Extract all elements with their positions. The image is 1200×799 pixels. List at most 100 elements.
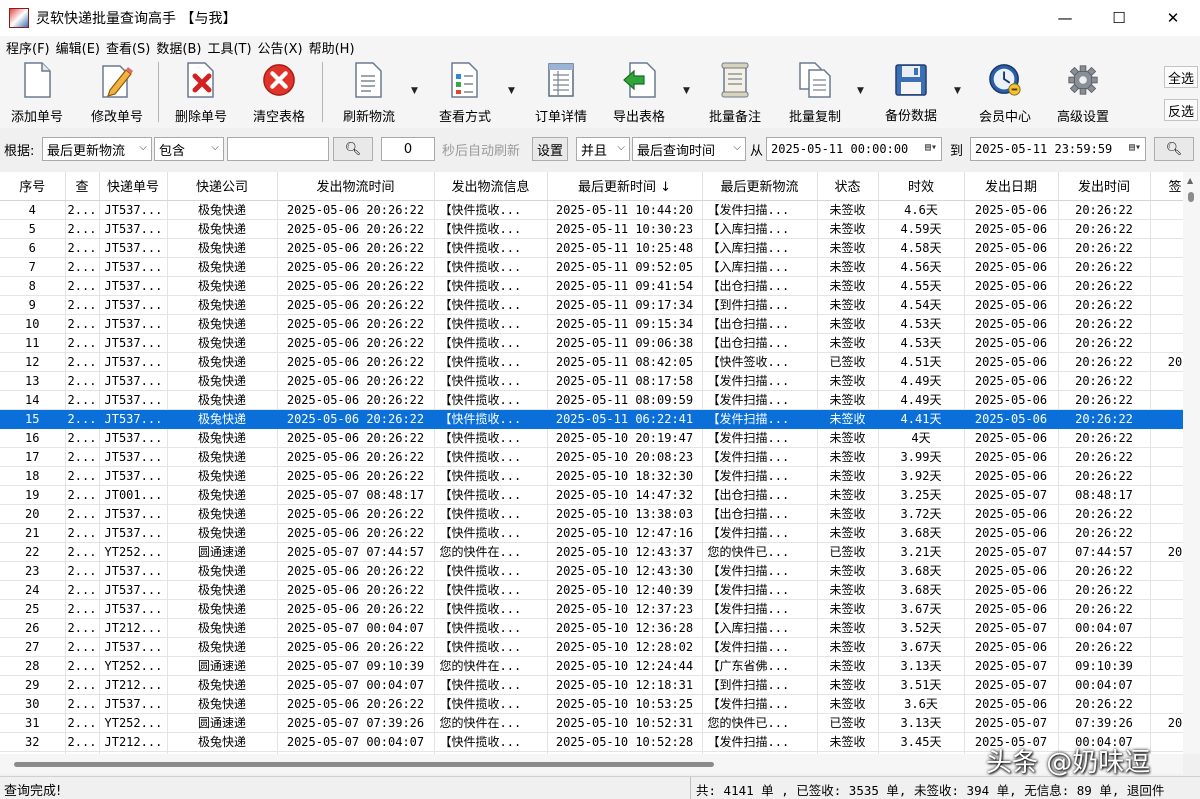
menu-view[interactable]: 查看(S) bbox=[103, 38, 153, 57]
order-detail-button[interactable]: 订单详情 bbox=[530, 62, 592, 125]
from-datetime-picker[interactable]: 2025-05-11 00:00:00 ▤▾ bbox=[766, 137, 942, 161]
table-cell: 2025-05-10 12:18:31 bbox=[547, 675, 703, 695]
table-row[interactable]: 16 2... JT537... 极兔快递 2025-05-06 20:26:22 【快件… bbox=[0, 428, 1183, 448]
table-row[interactable]: 26 2... JT212... 极兔快递 2025-05-07 00:04:07 【快件… bbox=[0, 618, 1183, 638]
advanced-settings-button[interactable]: 高级设置 bbox=[1052, 62, 1114, 125]
logic-select[interactable]: 并且 ⌵ bbox=[576, 137, 630, 161]
column-header[interactable]: 序号 bbox=[0, 172, 66, 201]
scrollbar-thumb[interactable] bbox=[1188, 192, 1194, 202]
column-header[interactable]: 发出物流时间 bbox=[277, 172, 435, 201]
table-cell bbox=[1150, 485, 1183, 505]
table-row[interactable]: 8 2... JT537... 极兔快递 2025-05-06 20:26:22 【快件揽… bbox=[0, 276, 1183, 296]
condition-select[interactable]: 包含 ⌵ bbox=[154, 137, 224, 161]
refresh-logistics-button[interactable]: 刷新物流 bbox=[338, 62, 400, 125]
table-cell: 2025-05-10 12:24:44 bbox=[547, 656, 703, 676]
table-row[interactable]: 10 2... JT537... 极兔快递 2025-05-06 20:26:22 【快件… bbox=[0, 314, 1183, 334]
table-row[interactable]: 19 2... JT001... 极兔快递 2025-05-07 08:48:17 【快件… bbox=[0, 485, 1183, 505]
export-dropdown-arrow[interactable]: ▼ bbox=[683, 86, 690, 96]
menu-tools[interactable]: 工具(T) bbox=[204, 38, 254, 57]
to-datetime-picker[interactable]: 2025-05-11 23:59:59 ▤▾ bbox=[970, 137, 1146, 161]
table-row[interactable]: 11 2... JT537... 极兔快递 2025-05-06 20:26:22 【快件… bbox=[0, 333, 1183, 353]
menu-notice[interactable]: 公告(X) bbox=[255, 38, 306, 57]
column-header[interactable]: 签 bbox=[1150, 172, 1183, 201]
table-row[interactable]: 22 2... YT252... 圆通速递 2025-05-07 07:44:57 您的快… bbox=[0, 542, 1183, 562]
time-field-select[interactable]: 最后查询时间 ⌵ bbox=[632, 137, 746, 161]
field-select[interactable]: 最后更新物流 ⌵ bbox=[42, 137, 152, 161]
column-header[interactable]: 最后更新物流 bbox=[702, 172, 818, 201]
column-header[interactable]: 时效 bbox=[878, 172, 965, 201]
menu-data[interactable]: 数据(B) bbox=[153, 38, 204, 57]
table-cell: 4.51天 bbox=[878, 352, 965, 372]
table-row[interactable]: 28 2... YT252... 圆通速递 2025-05-07 09:10:39 您的快… bbox=[0, 656, 1183, 676]
column-header[interactable]: 发出物流信息 bbox=[434, 172, 548, 201]
table-cell: 3.21天 bbox=[878, 542, 965, 562]
checklist-icon bbox=[448, 62, 482, 98]
table-cell: 未签收 bbox=[817, 504, 879, 524]
vertical-scrollbar[interactable]: ▲ bbox=[1183, 172, 1200, 754]
table-row[interactable]: 4 2... JT537... 极兔快递 2025-05-06 20:26:22 【快件揽… bbox=[0, 200, 1183, 220]
keyword-input[interactable] bbox=[227, 137, 329, 161]
column-header[interactable]: 快递单号 bbox=[99, 172, 168, 201]
column-header[interactable]: 发出时间 bbox=[1058, 172, 1151, 201]
maximize-button[interactable]: ☐ bbox=[1092, 0, 1146, 36]
menu-program[interactable]: 程序(F) bbox=[3, 38, 53, 57]
copy-dropdown-arrow[interactable]: ▼ bbox=[857, 86, 864, 96]
select-all-button[interactable]: 全选 bbox=[1164, 66, 1198, 88]
column-header[interactable]: 发出日期 bbox=[964, 172, 1059, 201]
table-row[interactable]: 21 2... JT537... 极兔快递 2025-05-06 20:26:22 【快件… bbox=[0, 523, 1183, 543]
search-button[interactable]: 🔍︎ bbox=[333, 137, 373, 161]
menu-edit[interactable]: 编辑(E) bbox=[53, 38, 103, 57]
scrollbar-thumb[interactable] bbox=[14, 762, 714, 767]
view-mode-dropdown-arrow[interactable]: ▼ bbox=[508, 86, 515, 96]
table-cell: 4.41天 bbox=[878, 409, 965, 429]
table-row[interactable]: 9 2... JT537... 极兔快递 2025-05-06 20:26:22 【快件揽… bbox=[0, 295, 1183, 315]
export-table-button[interactable]: 导出表格 bbox=[608, 62, 670, 125]
column-header[interactable]: 最后更新时间 ↓ bbox=[547, 172, 703, 201]
table-cell: 未签收 bbox=[817, 276, 879, 296]
table-row[interactable]: 18 2... JT537... 极兔快递 2025-05-06 20:26:22 【快件… bbox=[0, 466, 1183, 486]
table-cell: 2025-05-07 07:44:57 bbox=[277, 542, 435, 562]
member-center-button[interactable]: 会员中心 bbox=[974, 62, 1036, 125]
batch-note-button[interactable]: 批量备注 bbox=[704, 62, 766, 125]
table-row[interactable]: 23 2... JT537... 极兔快递 2025-05-06 20:26:22 【快件… bbox=[0, 561, 1183, 581]
table-cell: 2025-05-06 20:26:22 bbox=[277, 447, 435, 467]
invert-select-button[interactable]: 反选 bbox=[1164, 99, 1198, 121]
table-row[interactable]: 13 2... JT537... 极兔快递 2025-05-06 20:26:22 【快件… bbox=[0, 371, 1183, 391]
table-row[interactable]: 17 2... JT537... 极兔快递 2025-05-06 20:26:22 【快件… bbox=[0, 447, 1183, 467]
table-row[interactable]: 7 2... JT537... 极兔快递 2025-05-06 20:26:22 【快件揽… bbox=[0, 257, 1183, 277]
view-mode-button[interactable]: 查看方式 bbox=[434, 62, 496, 125]
refresh-interval-input[interactable]: 0 bbox=[381, 137, 435, 161]
table-row[interactable]: 20 2... JT537... 极兔快递 2025-05-06 20:26:22 【快件… bbox=[0, 504, 1183, 524]
table-row[interactable]: 27 2... JT537... 极兔快递 2025-05-06 20:26:22 【快件… bbox=[0, 637, 1183, 657]
scroll-up-icon[interactable]: ▲ bbox=[1187, 176, 1193, 185]
table-row[interactable]: 24 2... JT537... 极兔快递 2025-05-06 20:26:22 【快件… bbox=[0, 580, 1183, 600]
table-row[interactable]: 5 2... JT537... 极兔快递 2025-05-06 20:26:22 【快件揽… bbox=[0, 219, 1183, 239]
minimize-button[interactable]: — bbox=[1038, 0, 1092, 36]
table-row[interactable]: 14 2... JT537... 极兔快递 2025-05-06 20:26:22 【快件… bbox=[0, 390, 1183, 410]
table-row[interactable]: 31 2... YT252... 圆通速递 2025-05-07 07:39:26 您的快… bbox=[0, 713, 1183, 733]
close-button[interactable]: ✕ bbox=[1146, 0, 1200, 36]
column-header[interactable]: 状态 bbox=[817, 172, 879, 201]
edit-number-button[interactable]: 修改单号 bbox=[86, 62, 148, 125]
refresh-dropdown-arrow[interactable]: ▼ bbox=[411, 86, 418, 96]
clear-table-button[interactable]: 清空表格 bbox=[248, 62, 310, 125]
table-row[interactable]: 25 2... JT537... 极兔快递 2025-05-06 20:26:22 【快件… bbox=[0, 599, 1183, 619]
table-row[interactable]: 6 2... JT537... 极兔快递 2025-05-06 20:26:22 【快件揽… bbox=[0, 238, 1183, 258]
backup-dropdown-arrow[interactable]: ▼ bbox=[954, 86, 961, 96]
search-time-button[interactable]: 🔍︎ bbox=[1154, 137, 1194, 161]
column-header[interactable]: 查 bbox=[65, 172, 100, 201]
table-row[interactable]: 29 2... JT212... 极兔快递 2025-05-07 00:04:07 【快件… bbox=[0, 675, 1183, 695]
batch-copy-button[interactable]: 批量复制 bbox=[784, 62, 846, 125]
menu-help[interactable]: 帮助(H) bbox=[306, 38, 358, 57]
table-row[interactable]: 12 2... JT537... 极兔快递 2025-05-06 20:26:22 【快件… bbox=[0, 352, 1183, 372]
backup-data-button[interactable]: 备份数据 bbox=[880, 62, 942, 124]
table-cell: 09:10:39 bbox=[1058, 656, 1151, 676]
tracking-table[interactable]: 序号查快递单号 快递公司 发出物流时间 发出物流信息 最后更新时间 ↓ 最后更新物流 状态时… bbox=[0, 172, 1183, 754]
table-cell: 4.49天 bbox=[878, 371, 965, 391]
table-row[interactable]: 30 2... JT537... 极兔快递 2025-05-06 20:26:22 【快件… bbox=[0, 694, 1183, 714]
add-number-button[interactable]: 添加单号 bbox=[6, 62, 68, 125]
settings-button[interactable]: 设置 bbox=[532, 137, 568, 161]
delete-number-button[interactable]: 删除单号 bbox=[170, 62, 232, 125]
table-row[interactable]: 15 2... JT537... 极兔快递 2025-05-06 20:26:22 【快件… bbox=[0, 409, 1183, 429]
column-header[interactable]: 快递公司 bbox=[167, 172, 278, 201]
